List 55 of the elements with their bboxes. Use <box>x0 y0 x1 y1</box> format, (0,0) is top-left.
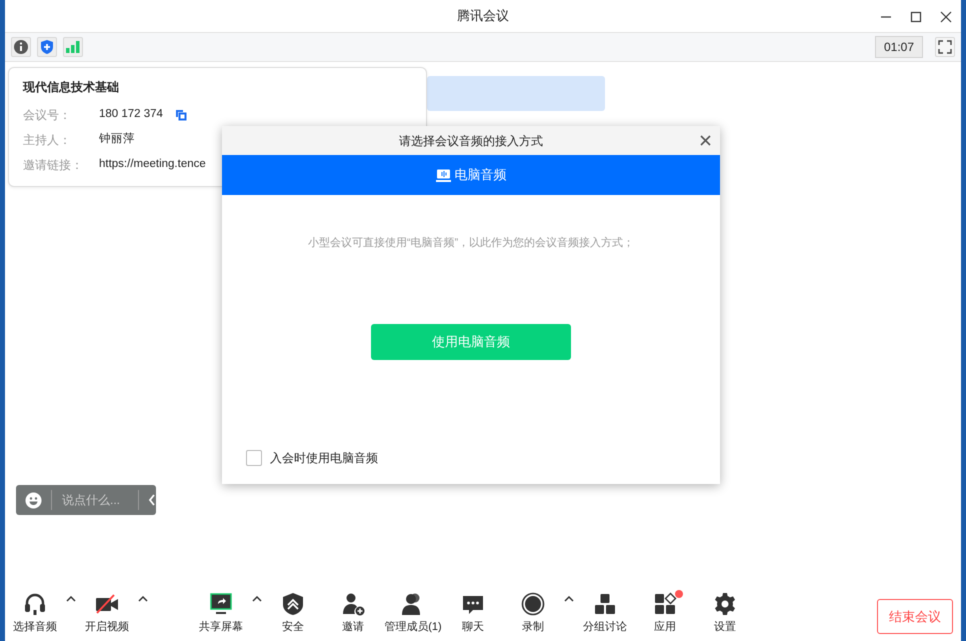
close-icon <box>939 10 953 22</box>
window-title: 腾讯会议 <box>457 7 509 26</box>
copy-icon <box>174 108 187 120</box>
headset-icon <box>23 592 47 616</box>
add-person-icon <box>341 592 365 616</box>
collapse-button[interactable] <box>148 494 156 506</box>
apps-icon <box>653 592 677 616</box>
shield-icon <box>281 592 305 616</box>
audio-tab[interactable]: 电脑音频 <box>222 155 720 195</box>
info-button[interactable] <box>11 37 31 57</box>
toolbar-button[interactable]: 设置 <box>695 592 755 635</box>
camera-off-icon <box>95 592 119 616</box>
toolbar-button[interactable]: 选择音频 <box>5 592 65 635</box>
smiley-icon <box>25 492 42 508</box>
toolbar-button[interactable]: 开启视频 <box>77 592 137 635</box>
blocks-icon <box>593 592 617 616</box>
info-icon <box>13 39 29 55</box>
share-screen-icon <box>209 592 233 616</box>
chevron-left-icon <box>148 494 156 506</box>
record-icon <box>521 592 545 616</box>
meeting-timer: 01:07 <box>874 36 923 58</box>
maximize-icon <box>909 10 923 22</box>
security-shield-button[interactable] <box>37 37 57 57</box>
field-value: https://meeting.tence <box>99 156 206 172</box>
signal-bars-icon <box>65 40 81 54</box>
copy-button[interactable] <box>174 108 187 120</box>
emoji-button[interactable] <box>25 492 42 508</box>
caret-icon[interactable] <box>138 596 148 602</box>
toolbar-button[interactable]: 分组讨论 <box>575 592 635 635</box>
close-icon <box>700 134 710 146</box>
field-value: 180 172 374 <box>99 106 163 122</box>
field-label: 会议号： <box>23 106 72 124</box>
fullscreen-button[interactable] <box>935 37 955 57</box>
toolbar-button[interactable]: 邀请 <box>323 592 383 635</box>
caret-icon[interactable] <box>66 596 76 602</box>
computer-audio-icon <box>436 168 450 182</box>
toolbar-button[interactable]: 录制 <box>503 592 563 635</box>
toolbar-button[interactable]: 共享屏幕 <box>191 592 251 635</box>
caret-icon[interactable] <box>252 596 262 602</box>
field-label: 邀请链接： <box>23 156 84 174</box>
toolbar-button[interactable]: 应用 <box>635 592 695 635</box>
shield-icon <box>40 39 54 55</box>
toolbar-button[interactable]: 管理成员(1) <box>383 592 443 635</box>
settings-icon <box>713 592 737 616</box>
toolbar-button[interactable]: 安全 <box>263 592 323 635</box>
field-value: 钟丽萍 <box>99 132 135 147</box>
caret-icon[interactable] <box>564 596 574 602</box>
checkbox-label: 入会时使用电脑音频 <box>270 450 378 467</box>
fullscreen-icon <box>938 40 952 54</box>
dialog-title: 请选择会议音频的接入方式 <box>399 132 543 150</box>
checkbox[interactable] <box>246 450 262 466</box>
meeting-title: 现代信息技术基础 <box>23 79 120 96</box>
field-label: 主持人： <box>23 132 72 148</box>
dialog-description: 小型会议可直接使用“电脑音频”，以此作为您的会议音频接入方式； <box>306 236 636 251</box>
toolbar-button[interactable]: 聊天 <box>443 592 503 635</box>
